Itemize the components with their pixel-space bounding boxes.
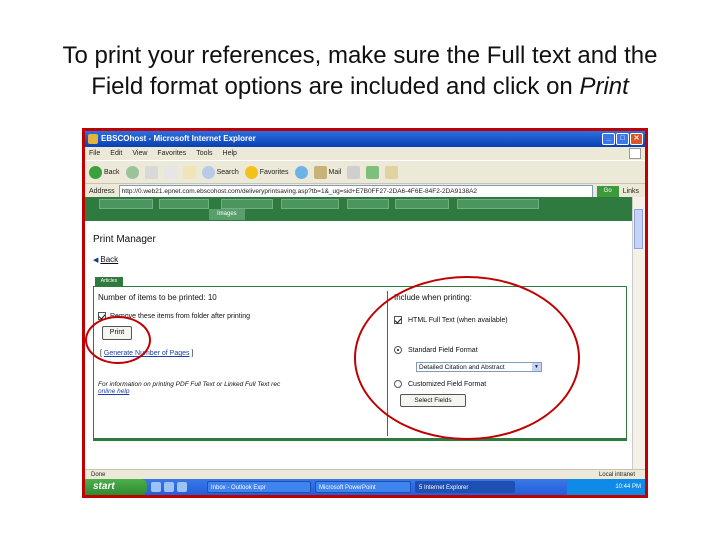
- menu-help[interactable]: Help: [223, 147, 237, 160]
- ie-title-bar: EBSCOhost - Microsoft Internet Explorer …: [85, 131, 645, 147]
- print-toolbar-button[interactable]: [347, 165, 361, 179]
- start-button[interactable]: start: [85, 479, 147, 495]
- menu-favorites[interactable]: Favorites: [157, 147, 186, 160]
- mail-button[interactable]: Mail: [313, 165, 342, 179]
- task-outlook[interactable]: Inbox - Outlook Expr: [207, 481, 311, 493]
- edit-icon: [366, 165, 380, 179]
- search-icon: [201, 165, 215, 179]
- forward-arrow-icon: [125, 165, 139, 179]
- home-icon: [182, 165, 196, 179]
- menu-edit[interactable]: Edit: [110, 147, 122, 160]
- nav-subtab-5[interactable]: [347, 199, 389, 209]
- address-input[interactable]: http://0.web21.epnet.com.ebscohost.com/d…: [118, 184, 593, 198]
- stop-icon: [144, 165, 158, 179]
- printer-icon: [347, 165, 361, 179]
- annotation-circle-print: [85, 316, 151, 364]
- mail-button-label: Mail: [328, 168, 342, 176]
- star-icon: [244, 165, 258, 179]
- system-tray: 10:44 PM: [567, 479, 645, 495]
- slide-title-line2: Field format options are included and cl…: [0, 71, 720, 102]
- ie-toolbar: Back Search Favorites Mail: [85, 160, 645, 184]
- home-button[interactable]: [182, 165, 196, 179]
- task-internet-explorer[interactable]: 5 Internet Explorer: [415, 481, 515, 493]
- scrollbar-thumb[interactable]: [634, 209, 643, 249]
- page-title: Print Manager: [93, 234, 156, 245]
- annotation-circle-options: [354, 276, 580, 440]
- clock: 10:44 PM: [615, 484, 641, 490]
- window-controls: _ □ ✕: [602, 133, 643, 145]
- menu-bar: File Edit View Favorites Tools Help: [85, 147, 645, 160]
- slide-title-line1: To print your references, make sure the …: [62, 42, 658, 69]
- quick-launch: [147, 482, 203, 492]
- media-button[interactable]: [294, 165, 308, 179]
- tab-articles[interactable]: Articles: [95, 277, 123, 286]
- quick-launch-icon-3[interactable]: [177, 482, 187, 492]
- remove-items-row: Remove these items from folder after pri…: [98, 312, 388, 320]
- media-icon: [294, 165, 308, 179]
- stop-button[interactable]: [144, 165, 158, 179]
- maximize-button[interactable]: □: [616, 133, 629, 145]
- nav-subtab-2[interactable]: [159, 199, 209, 209]
- nav-subtab-3[interactable]: [221, 199, 273, 209]
- ebsco-logo-icon: [88, 134, 98, 144]
- items-count: Number of items to be printed: 10: [98, 293, 217, 302]
- quick-launch-icon-2[interactable]: [164, 482, 174, 492]
- address-label: Address: [89, 187, 115, 195]
- menu-tools[interactable]: Tools: [196, 147, 212, 160]
- slide-title-line2-text: Field format options are included and cl…: [91, 73, 580, 100]
- mail-icon: [313, 165, 327, 179]
- menu-file[interactable]: File: [89, 147, 100, 160]
- edit-toolbar-button[interactable]: [366, 165, 380, 179]
- menu-view[interactable]: View: [132, 147, 147, 160]
- address-bar: Address http://0.web21.epnet.com.ebscoho…: [85, 184, 645, 198]
- online-help-link[interactable]: online help: [98, 388, 388, 395]
- nav-subtab-1[interactable]: [99, 199, 153, 209]
- nav-subtab-7[interactable]: [457, 199, 539, 209]
- favorites-button-label: Favorites: [259, 168, 289, 176]
- minimize-button[interactable]: _: [602, 133, 615, 145]
- panel-bottom-rule: [93, 439, 627, 441]
- search-button-label: Search: [216, 168, 239, 176]
- quick-launch-icon-1[interactable]: [151, 482, 161, 492]
- nav-subtab-4[interactable]: [281, 199, 339, 209]
- search-button[interactable]: Search: [201, 165, 239, 179]
- pdf-info-text: For information on printing PDF Full Tex…: [98, 381, 281, 388]
- refresh-icon: [163, 165, 177, 179]
- back-triangle-icon: ◀: [93, 256, 99, 264]
- links-label[interactable]: Links: [623, 188, 639, 195]
- status-text: Done: [91, 472, 106, 478]
- window-title: EBSCOhost - Microsoft Internet Explorer: [101, 134, 256, 143]
- back-button-label: Back: [104, 168, 120, 176]
- windows-taskbar: start Inbox - Outlook Expr Microsoft Pow…: [85, 479, 645, 495]
- back-button[interactable]: Back: [89, 165, 120, 179]
- back-link[interactable]: ◀ Back: [93, 255, 118, 264]
- nav-subtab-6[interactable]: [395, 199, 449, 209]
- discuss-icon: [385, 165, 399, 179]
- close-button[interactable]: ✕: [630, 133, 643, 145]
- vertical-scrollbar[interactable]: [632, 197, 645, 469]
- back-arrow-icon: [89, 165, 102, 179]
- refresh-button[interactable]: [163, 165, 177, 179]
- slide-title: To print your references, make sure the …: [0, 40, 720, 102]
- forward-button[interactable]: [125, 165, 139, 179]
- browser-screenshot: EBSCOhost - Microsoft Internet Explorer …: [82, 128, 648, 498]
- discuss-toolbar-button[interactable]: [385, 165, 399, 179]
- slide-title-print-word: Print: [579, 73, 629, 100]
- task-powerpoint[interactable]: Microsoft PowerPoint: [315, 481, 411, 493]
- back-link-label: Back: [100, 255, 119, 264]
- ebsco-nav-bar: Images: [85, 197, 633, 221]
- tab-images[interactable]: Images: [209, 209, 245, 220]
- go-button[interactable]: Go: [596, 185, 619, 197]
- windows-flag-icon: [629, 148, 641, 159]
- favorites-button[interactable]: Favorites: [244, 165, 289, 179]
